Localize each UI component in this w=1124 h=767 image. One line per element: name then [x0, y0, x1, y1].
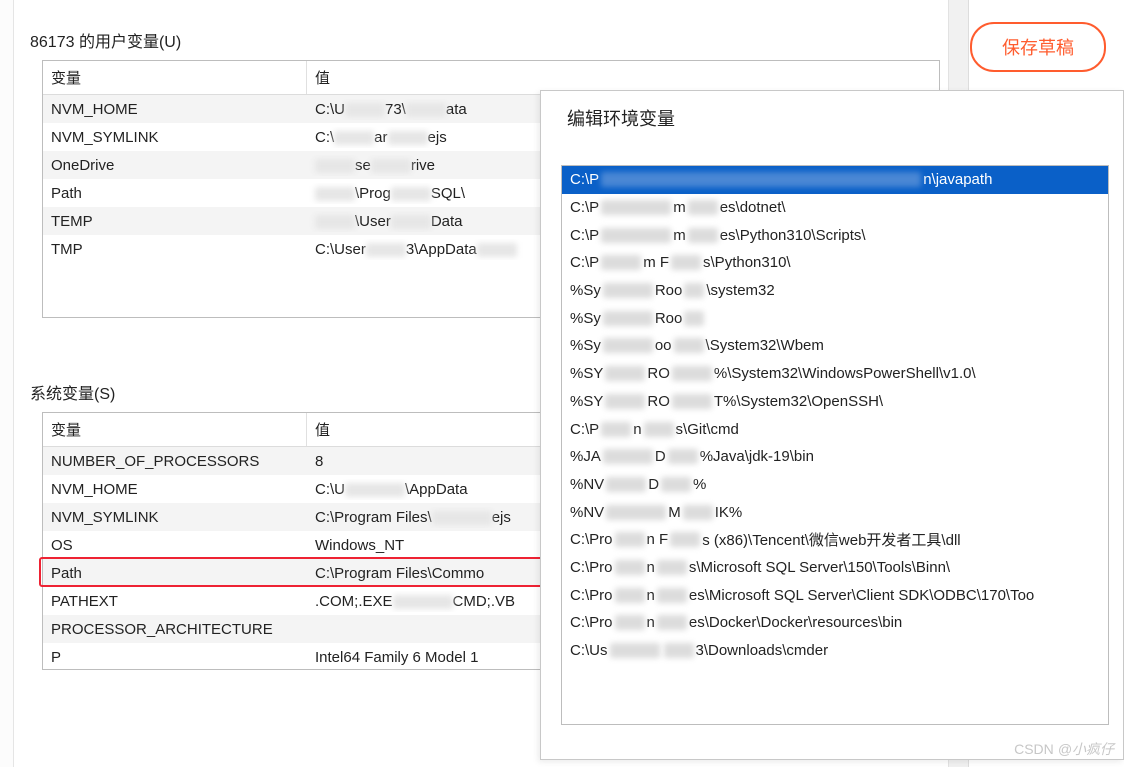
- path-entries-list[interactable]: C:\Pn\javapathC:\Pmes\dotnet\C:\Pmes\Pyt…: [561, 165, 1109, 725]
- path-entry[interactable]: %SYROT%\System32\OpenSSH\: [562, 388, 1108, 416]
- window-left-edge: [0, 0, 14, 767]
- path-entry[interactable]: C:\Us3\Downloads\cmder: [562, 637, 1108, 665]
- var-name: NUMBER_OF_PROCESSORS: [43, 451, 307, 472]
- var-name: TMP: [43, 239, 307, 260]
- var-name: Path: [43, 183, 307, 204]
- path-entry[interactable]: %NVMIK%: [562, 498, 1108, 526]
- path-entry[interactable]: %SyRoo\system32: [562, 277, 1108, 305]
- path-entry[interactable]: C:\Pns\Git\cmd: [562, 415, 1108, 443]
- col-variable[interactable]: 变量: [43, 61, 307, 94]
- path-entry[interactable]: C:\Prones\Docker\Docker\resources\bin: [562, 609, 1108, 637]
- watermark: CSDN@小疯仔: [1014, 739, 1114, 759]
- var-name: NVM_SYMLINK: [43, 507, 307, 528]
- var-name: NVM_SYMLINK: [43, 127, 307, 148]
- var-name: OneDrive: [43, 155, 307, 176]
- path-entry[interactable]: %JAD%Java\jdk-19\bin: [562, 443, 1108, 471]
- path-entry[interactable]: %SYRO%\System32\WindowsPowerShell\v1.0\: [562, 360, 1108, 388]
- path-entry[interactable]: C:\Pmes\Python310\Scripts\: [562, 221, 1108, 249]
- path-entry[interactable]: %NVD%: [562, 471, 1108, 499]
- edit-env-var-dialog: 编辑环境变量 C:\Pn\javapathC:\Pmes\dotnet\C:\P…: [540, 90, 1124, 760]
- var-name: OS: [43, 535, 307, 556]
- save-draft-button[interactable]: 保存草稿: [970, 22, 1106, 72]
- path-entry[interactable]: %Syoo\System32\Wbem: [562, 332, 1108, 360]
- var-name: TEMP: [43, 211, 307, 232]
- var-name: NVM_HOME: [43, 479, 307, 500]
- path-entry[interactable]: C:\Pron Fs (x86)\Tencent\微信web开发者工具\dll: [562, 526, 1108, 554]
- path-entry[interactable]: C:\Prones\Microsoft SQL Server\Client SD…: [562, 581, 1108, 609]
- path-entry[interactable]: C:\Pm Fs\Python310\: [562, 249, 1108, 277]
- path-entry[interactable]: C:\Pn\javapath: [562, 166, 1108, 194]
- var-name: PROCESSOR_ARCHITECTURE: [43, 619, 307, 640]
- var-name: P: [43, 647, 307, 668]
- var-name: Path: [43, 563, 307, 584]
- var-name: PATHEXT: [43, 591, 307, 612]
- path-entry[interactable]: C:\Pmes\dotnet\: [562, 194, 1108, 222]
- path-entry[interactable]: C:\Prons\Microsoft SQL Server\150\Tools\…: [562, 554, 1108, 582]
- var-name: NVM_HOME: [43, 99, 307, 120]
- path-entry[interactable]: %SyRoo: [562, 304, 1108, 332]
- user-vars-label: 86173 的用户变量(U): [30, 28, 968, 52]
- col-variable[interactable]: 变量: [43, 413, 307, 446]
- dialog-title: 编辑环境变量: [541, 91, 1123, 129]
